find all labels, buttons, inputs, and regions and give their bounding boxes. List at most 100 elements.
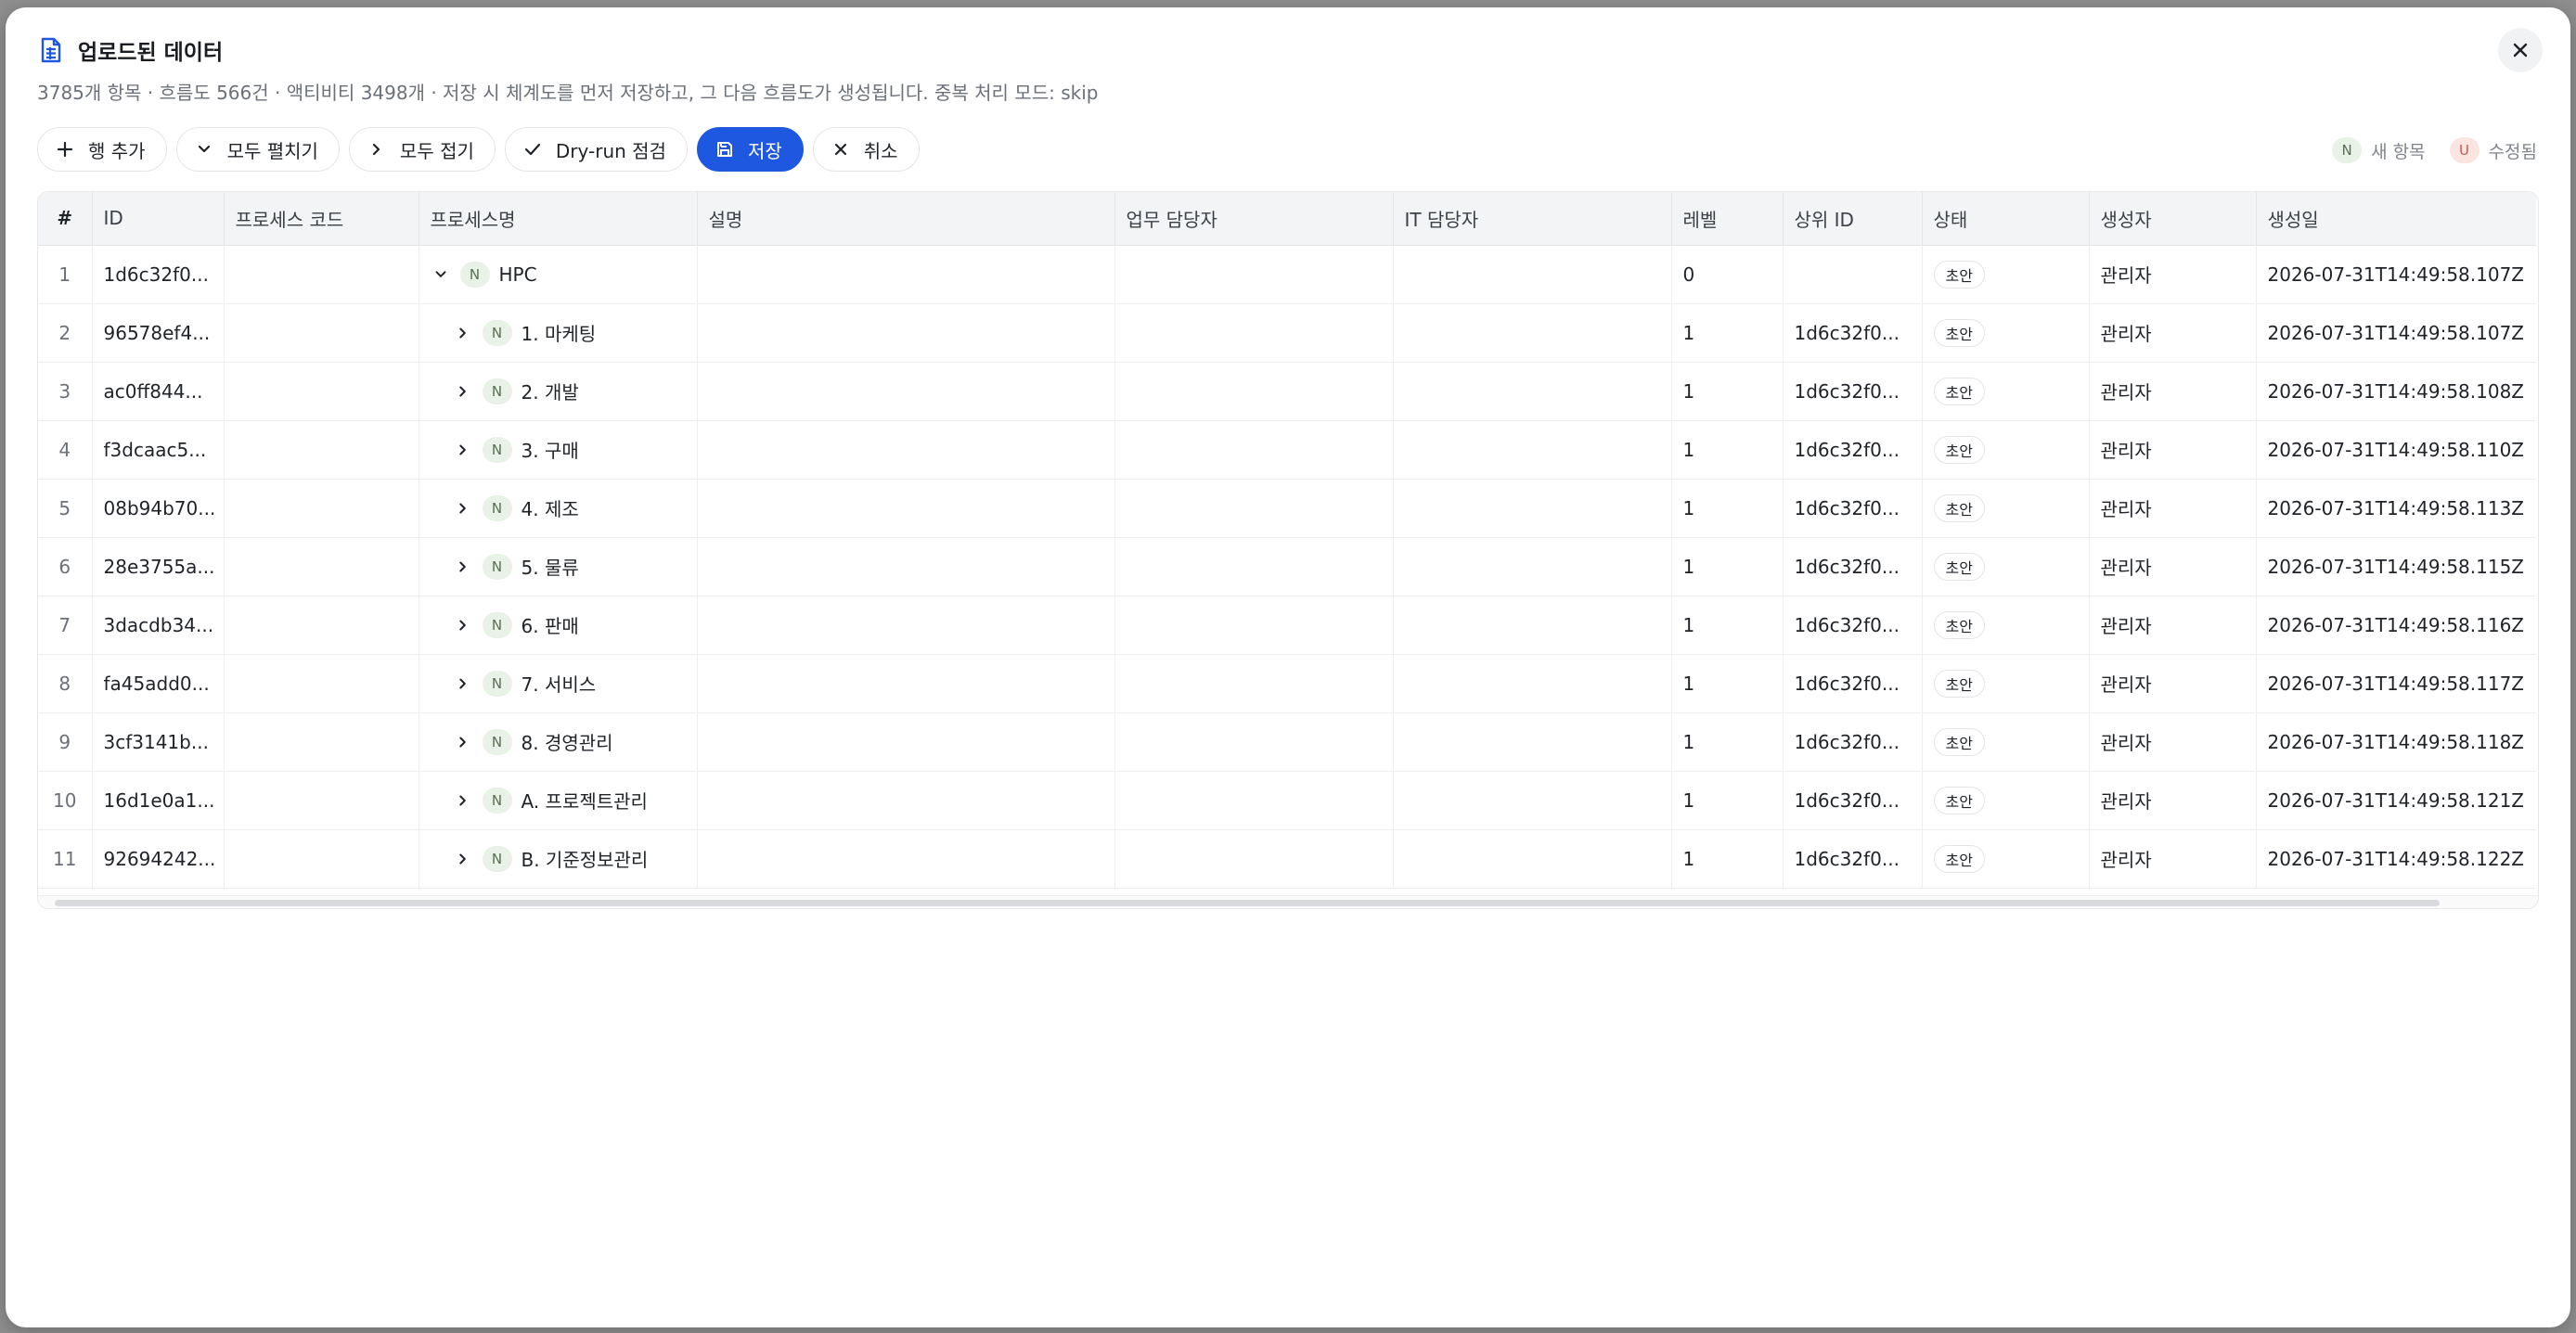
column-header[interactable]: 생성자 <box>2089 192 2257 246</box>
it-owner-cell[interactable] <box>1393 420 1672 480</box>
process-code-cell[interactable] <box>224 245 419 304</box>
process-name-cell[interactable]: N A. 프로젝트관리 <box>419 771 698 830</box>
it-owner-cell[interactable] <box>1393 303 1672 363</box>
process-name-cell[interactable]: N HPC <box>419 245 698 304</box>
creator-cell[interactable]: 관리자 <box>2089 654 2257 713</box>
column-header[interactable]: 레벨 <box>1671 192 1784 246</box>
close-button[interactable] <box>2498 28 2543 72</box>
business-owner-cell[interactable] <box>1114 362 1394 421</box>
process-code-cell[interactable] <box>224 479 419 538</box>
process-code-cell[interactable] <box>224 362 419 421</box>
description-cell[interactable] <box>697 362 1115 421</box>
chevron-right-icon[interactable] <box>453 673 473 694</box>
status-cell[interactable]: 초안 <box>1922 245 2090 304</box>
table-row[interactable]: 8 fa45add0... N 7. 서비스 1 1d6c32f0... 초안 관리자 2026… <box>38 654 2536 713</box>
business-owner-cell[interactable] <box>1114 420 1394 480</box>
chevron-right-icon[interactable] <box>453 615 473 635</box>
column-header[interactable]: 프로세스 코드 <box>224 192 419 246</box>
level-cell[interactable]: 1 <box>1671 654 1784 713</box>
status-cell[interactable]: 초안 <box>1922 303 2090 363</box>
description-cell[interactable] <box>697 596 1115 655</box>
row-number-cell[interactable]: 8 <box>38 654 93 713</box>
row-number-cell[interactable]: 5 <box>38 479 93 538</box>
expand-all-button[interactable]: 모두 펼치기 <box>175 127 340 172</box>
creator-cell[interactable]: 관리자 <box>2089 596 2257 655</box>
status-cell[interactable]: 초안 <box>1922 712 2090 772</box>
creator-cell[interactable]: 관리자 <box>2089 829 2257 889</box>
status-cell[interactable]: 초안 <box>1922 537 2090 596</box>
created-at-cell[interactable]: 2026-07-31T14:49:58.118Z <box>2256 712 2536 772</box>
process-code-cell[interactable] <box>224 654 419 713</box>
status-cell[interactable]: 초안 <box>1922 596 2090 655</box>
created-at-cell[interactable]: 2026-07-31T14:49:58.122Z <box>2256 829 2536 889</box>
process-code-cell[interactable] <box>224 771 419 830</box>
level-cell[interactable]: 0 <box>1671 245 1784 304</box>
table-row[interactable]: 9 3cf3141b... N 8. 경영관리 1 1d6c32f0... 초안 관리자 202… <box>38 712 2536 772</box>
column-header[interactable]: IT 담당자 <box>1393 192 1672 246</box>
business-owner-cell[interactable] <box>1114 829 1394 889</box>
column-header[interactable]: 상위 ID <box>1783 192 1923 246</box>
collapse-all-button[interactable]: 모두 접기 <box>348 127 496 172</box>
status-cell[interactable]: 초안 <box>1922 654 2090 713</box>
process-code-cell[interactable] <box>224 829 419 889</box>
chevron-right-icon[interactable] <box>453 498 473 519</box>
creator-cell[interactable]: 관리자 <box>2089 712 2257 772</box>
it-owner-cell[interactable] <box>1393 596 1672 655</box>
chevron-right-icon[interactable] <box>453 732 473 752</box>
id-cell[interactable]: 3cf3141b... <box>92 712 225 772</box>
column-header[interactable]: 프로세스명 <box>419 192 698 246</box>
business-owner-cell[interactable] <box>1114 654 1394 713</box>
level-cell[interactable]: 1 <box>1671 596 1784 655</box>
row-number-cell[interactable]: 3 <box>38 362 93 421</box>
id-cell[interactable]: ac0ff844... <box>92 362 225 421</box>
parent-id-cell[interactable]: 1d6c32f0... <box>1783 303 1923 363</box>
description-cell[interactable] <box>697 537 1115 596</box>
parent-id-cell[interactable]: 1d6c32f0... <box>1783 596 1923 655</box>
parent-id-cell[interactable]: 1d6c32f0... <box>1783 654 1923 713</box>
description-cell[interactable] <box>697 712 1115 772</box>
scrollbar-thumb[interactable] <box>55 900 2440 906</box>
process-code-cell[interactable] <box>224 596 419 655</box>
parent-id-cell[interactable]: 1d6c32f0... <box>1783 362 1923 421</box>
id-cell[interactable]: 96578ef4... <box>92 303 225 363</box>
level-cell[interactable]: 1 <box>1671 362 1784 421</box>
table-row[interactable]: 7 3dacdb34... N 6. 판매 1 1d6c32f0... 초안 관리자 2026-… <box>38 596 2536 655</box>
status-cell[interactable]: 초안 <box>1922 829 2090 889</box>
description-cell[interactable] <box>697 654 1115 713</box>
table-row[interactable]: 1 1d6c32f0... N HPC 0 초안 관리자 2026-07-31T14:49:5… <box>38 245 2536 304</box>
it-owner-cell[interactable] <box>1393 712 1672 772</box>
horizontal-scrollbar[interactable] <box>38 895 2538 908</box>
creator-cell[interactable]: 관리자 <box>2089 479 2257 538</box>
table-row[interactable]: 5 08b94b70... N 4. 제조 1 1d6c32f0... 초안 관리자 2026-… <box>38 479 2536 538</box>
process-name-cell[interactable]: N 4. 제조 <box>419 479 698 538</box>
id-cell[interactable]: fa45add0... <box>92 654 225 713</box>
add-row-button[interactable]: 행 추가 <box>37 127 167 172</box>
id-cell[interactable]: 1d6c32f0... <box>92 245 225 304</box>
row-number-cell[interactable]: 11 <box>38 829 93 889</box>
created-at-cell[interactable]: 2026-07-31T14:49:58.117Z <box>2256 654 2536 713</box>
process-name-cell[interactable]: N 1. 마케팅 <box>419 303 698 363</box>
created-at-cell[interactable]: 2026-07-31T14:49:58.107Z <box>2256 303 2536 363</box>
process-name-cell[interactable]: N 2. 개발 <box>419 362 698 421</box>
business-owner-cell[interactable] <box>1114 245 1394 304</box>
table-row[interactable]: 2 96578ef4... N 1. 마케팅 1 1d6c32f0... 초안 관리자 2026… <box>38 303 2536 363</box>
id-cell[interactable]: 16d1e0a1... <box>92 771 225 830</box>
column-header[interactable]: ID <box>92 192 225 246</box>
parent-id-cell[interactable] <box>1783 245 1923 304</box>
id-cell[interactable]: f3dcaac5... <box>92 420 225 480</box>
column-header[interactable]: 설명 <box>697 192 1115 246</box>
process-name-cell[interactable]: N B. 기준정보관리 <box>419 829 698 889</box>
process-code-cell[interactable] <box>224 420 419 480</box>
chevron-down-icon[interactable] <box>431 264 451 285</box>
row-number-cell[interactable]: 7 <box>38 596 93 655</box>
chevron-right-icon[interactable] <box>453 381 473 402</box>
level-cell[interactable]: 1 <box>1671 712 1784 772</box>
created-at-cell[interactable]: 2026-07-31T14:49:58.107Z <box>2256 245 2536 304</box>
creator-cell[interactable]: 관리자 <box>2089 537 2257 596</box>
parent-id-cell[interactable]: 1d6c32f0... <box>1783 479 1923 538</box>
status-cell[interactable]: 초안 <box>1922 479 2090 538</box>
chevron-right-icon[interactable] <box>453 790 473 811</box>
it-owner-cell[interactable] <box>1393 771 1672 830</box>
creator-cell[interactable]: 관리자 <box>2089 420 2257 480</box>
created-at-cell[interactable]: 2026-07-31T14:49:58.108Z <box>2256 362 2536 421</box>
